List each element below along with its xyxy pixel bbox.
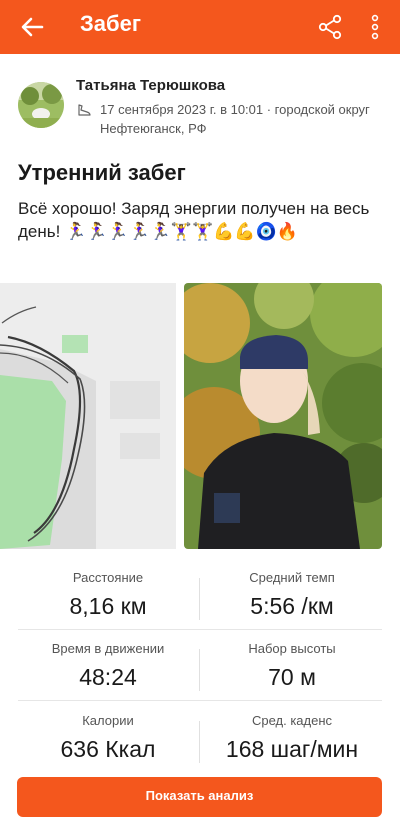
- divider: [199, 649, 200, 691]
- stat-label: Набор высоты: [248, 641, 336, 656]
- shoe-icon: [76, 102, 92, 118]
- activity-title: Утренний забег: [18, 160, 186, 185]
- stat-avg-pace: Средний темп 5:56 /км: [202, 570, 382, 620]
- avatar[interactable]: [18, 82, 64, 128]
- activity-photo[interactable]: [184, 283, 382, 549]
- divider: [199, 721, 200, 763]
- stat-distance: Расстояние 8,16 км: [18, 570, 198, 620]
- route-map[interactable]: [0, 283, 176, 549]
- page-title: Забег: [80, 11, 142, 36]
- stat-value: 8,16 км: [69, 593, 147, 619]
- stat-label: Расстояние: [72, 570, 144, 585]
- activity-description: Всё хорошо! Заряд энергии получен на вес…: [18, 199, 370, 241]
- more-vertical-icon[interactable]: [360, 9, 390, 45]
- stat-value: 70 м: [268, 664, 316, 690]
- app-bar: Забег: [0, 0, 400, 54]
- stat-label: Калории: [82, 713, 134, 728]
- stat-value: 168 шаг/мин: [225, 736, 359, 762]
- stat-avg-cadence: Сред. каденс 168 шаг/мин: [202, 713, 382, 763]
- divider: [18, 700, 382, 701]
- divider: [199, 578, 200, 620]
- stat-value: 48:24: [79, 664, 137, 690]
- divider: [18, 629, 382, 630]
- stat-label: Время в движении: [51, 641, 165, 656]
- stat-value: 636 Ккал: [60, 736, 156, 762]
- arrow-left-icon[interactable]: [14, 9, 50, 45]
- show-analysis-button[interactable]: Показать анализ: [17, 777, 382, 817]
- stat-value: 5:56 /км: [250, 593, 334, 619]
- stat-label: Сред. каденс: [251, 713, 333, 728]
- stat-elevation-gain: Набор высоты 70 м: [202, 641, 382, 691]
- share-icon[interactable]: [312, 9, 348, 45]
- stat-label: Средний темп: [249, 570, 335, 585]
- athlete-name[interactable]: Татьяна Терюшкова: [76, 77, 225, 94]
- stat-calories: Калории 636 Ккал: [18, 713, 198, 763]
- activity-meta: 17 сентября 2023 г. в 10:01 · городской …: [100, 102, 370, 136]
- stat-moving-time: Время в движении 48:24: [18, 641, 198, 691]
